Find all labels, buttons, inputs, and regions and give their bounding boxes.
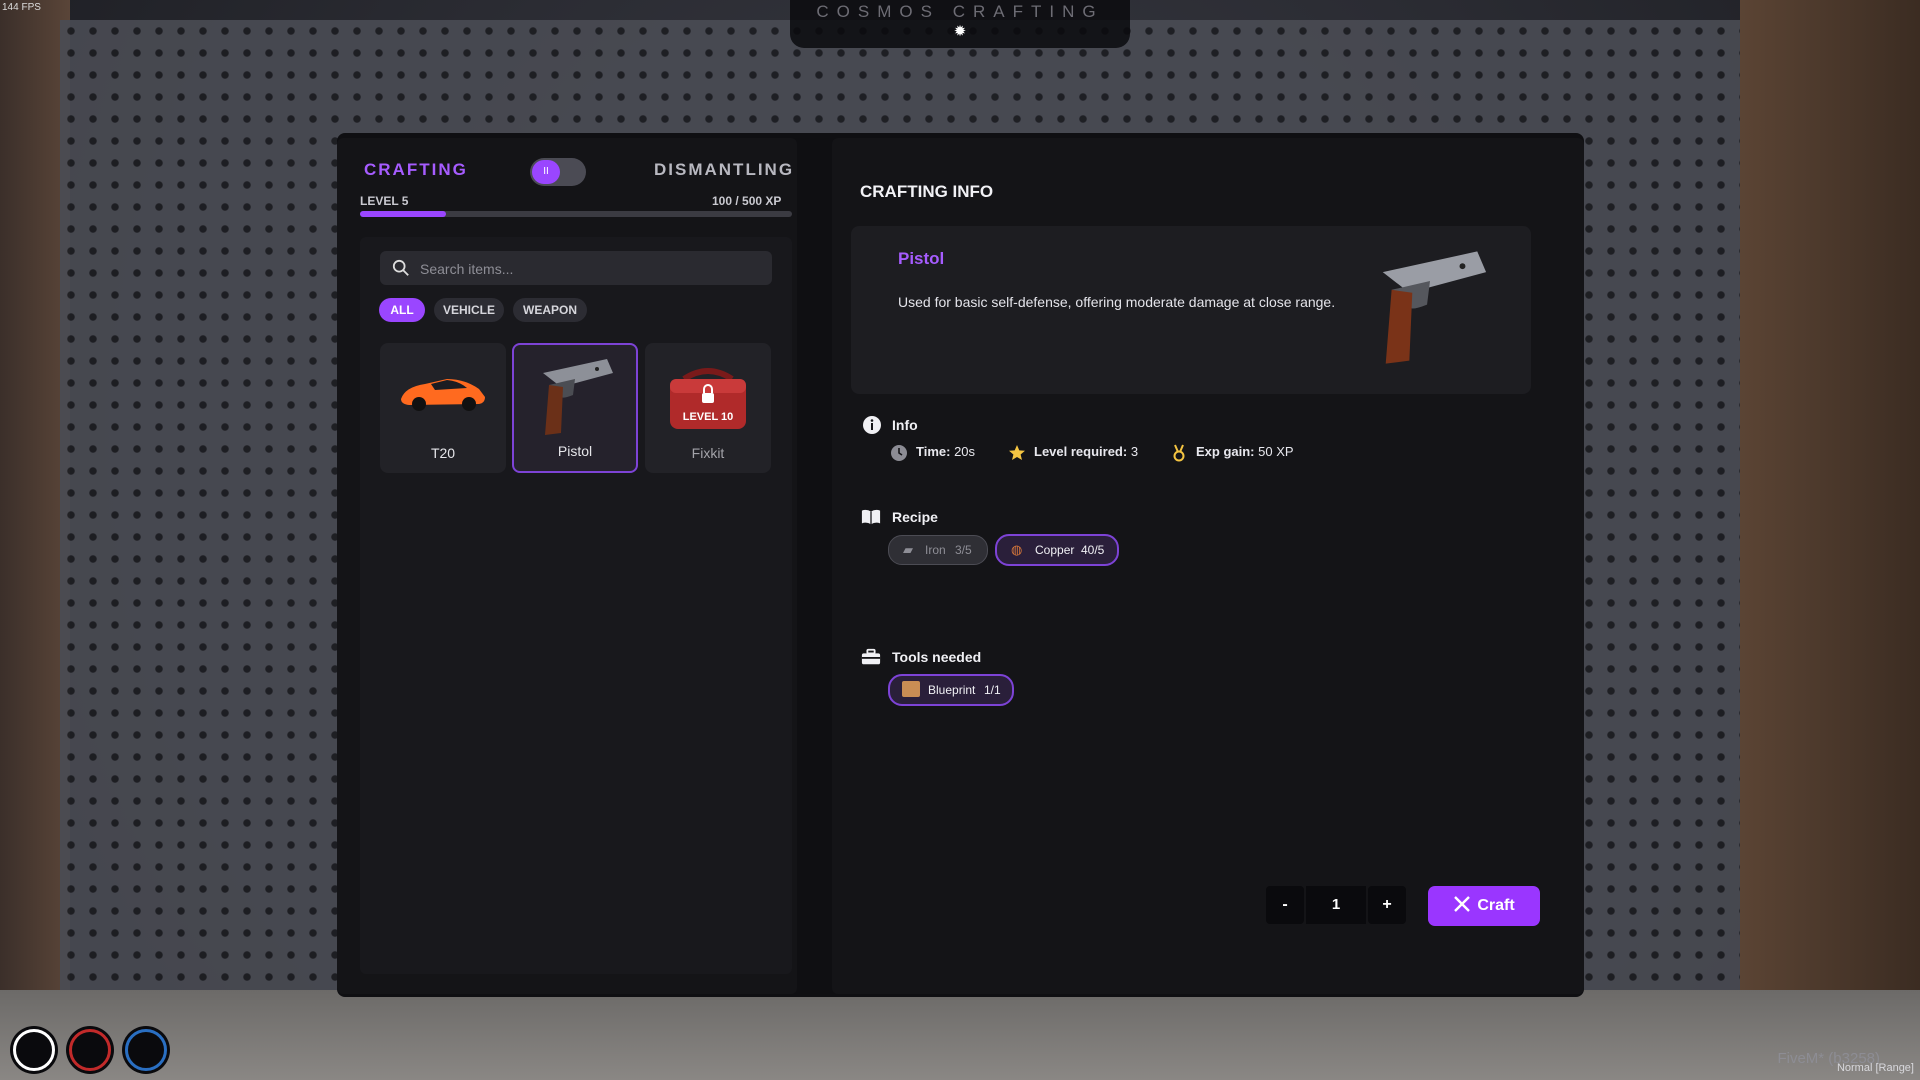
xp-progress-fill <box>360 211 447 217</box>
food-icon <box>69 1029 111 1071</box>
selected-item-name: Pistol <box>898 249 945 268</box>
tab-crafting[interactable]: CRAFTING <box>364 160 468 180</box>
light-icon: ✹ <box>953 23 967 40</box>
info-icon <box>863 416 881 434</box>
item-card-fixkit[interactable]: LEVEL 10 Fixkit <box>645 343 771 473</box>
crafting-info-heading: CRAFTING INFO <box>860 182 994 201</box>
car-icon <box>401 379 485 411</box>
lock-level-label: LEVEL 10 <box>682 411 734 423</box>
station-title-text: COSMOS CRAFTING <box>816 2 1104 21</box>
book-icon <box>861 509 881 525</box>
star-icon <box>1009 445 1025 460</box>
recipe-copper-qty: 40/5 <box>1081 543 1105 557</box>
quantity-value[interactable]: 1 <box>1306 886 1366 924</box>
hud-voice <box>10 1026 58 1074</box>
time-value: 20s <box>954 444 976 459</box>
item-name-fixkit: Fixkit <box>691 445 725 461</box>
item-name-pistol: Pistol <box>557 443 593 459</box>
recipe-chip-copper[interactable]: ◍ Copper 40/5 <box>995 534 1119 566</box>
craft-button-label: Craft <box>1477 897 1515 914</box>
search-box[interactable] <box>380 251 772 287</box>
level-required-label: Level required: <box>1034 444 1128 459</box>
search-input[interactable] <box>418 251 762 287</box>
water-drop-icon <box>125 1029 167 1071</box>
fps-counter: 144 FPS <box>2 2 41 13</box>
tool-chip-blueprint[interactable]: Blueprint 1/1 <box>888 674 1014 706</box>
level-required-value: 3 <box>1130 444 1139 459</box>
xp-progress-bar <box>360 211 792 217</box>
filter-weapon[interactable]: WEAPON <box>513 298 587 322</box>
iron-ingot-icon: ▰ <box>903 542 913 557</box>
medal-icon <box>1173 444 1185 462</box>
blueprint-box-icon <box>902 681 920 697</box>
tool-blueprint-qty: 1/1 <box>984 683 1001 697</box>
quantity-decrease-button[interactable]: - <box>1266 886 1304 924</box>
item-card-t20[interactable]: T20 <box>380 343 506 473</box>
crafting-station-title: COSMOS CRAFTING ✹ <box>790 0 1130 48</box>
right-wood-frame <box>1740 0 1920 1080</box>
pistol-preview-icon <box>1382 251 1487 364</box>
workbench-floor <box>0 990 1920 1080</box>
recipe-copper-name: Copper <box>1035 543 1075 557</box>
clock-icon <box>891 445 907 461</box>
copper-coil-icon: ◍ <box>1011 542 1023 557</box>
recipe-iron-name: Iron <box>925 543 946 557</box>
voice-mode-label: Normal [Range] <box>1836 1062 1914 1074</box>
toolbox-section-icon <box>861 648 881 665</box>
filter-all[interactable]: ALL <box>379 298 425 322</box>
filter-vehicle[interactable]: VEHICLE <box>434 298 504 322</box>
recipe-iron-qty: 3/5 <box>955 543 972 557</box>
xp-label: 100 / 500 XP <box>712 194 782 208</box>
toggle-knob-icon: II <box>532 160 560 184</box>
hud-hunger <box>66 1026 114 1074</box>
tab-dismantling[interactable]: DISMANTLING <box>654 160 794 180</box>
mode-toggle[interactable]: II <box>530 158 586 186</box>
selected-item-description: Used for basic self-defense, offering mo… <box>898 294 1336 310</box>
item-name-t20: T20 <box>430 445 456 461</box>
search-icon <box>392 259 409 276</box>
level-label: LEVEL 5 <box>360 194 409 208</box>
recipe-chip-iron[interactable]: ▰ Iron 3/5 <box>888 535 988 565</box>
tool-blueprint-name: Blueprint <box>928 683 976 697</box>
exp-gain-stat: Exp gain: 50 XP <box>1196 444 1294 459</box>
time-label: Time: <box>916 444 951 459</box>
level-required-stat: Level required: 3 <box>1034 444 1138 459</box>
time-stat: Time: 20s <box>916 444 975 459</box>
pistol-icon <box>543 359 613 435</box>
item-card-pistol[interactable]: Pistol <box>512 343 638 473</box>
recipe-section-label: Recipe <box>892 509 938 525</box>
crossed-tools-icon <box>1454 896 1471 912</box>
hud-thirst <box>122 1026 170 1074</box>
craft-button[interactable]: Craft <box>1428 886 1540 926</box>
info-section-label: Info <box>892 417 918 433</box>
exp-gain-label: Exp gain: <box>1196 444 1255 459</box>
quantity-increase-button[interactable]: + <box>1368 886 1406 924</box>
tools-section-label: Tools needed <box>892 649 982 665</box>
exp-gain-value: 50 XP <box>1258 444 1294 459</box>
microphone-icon <box>13 1029 55 1071</box>
